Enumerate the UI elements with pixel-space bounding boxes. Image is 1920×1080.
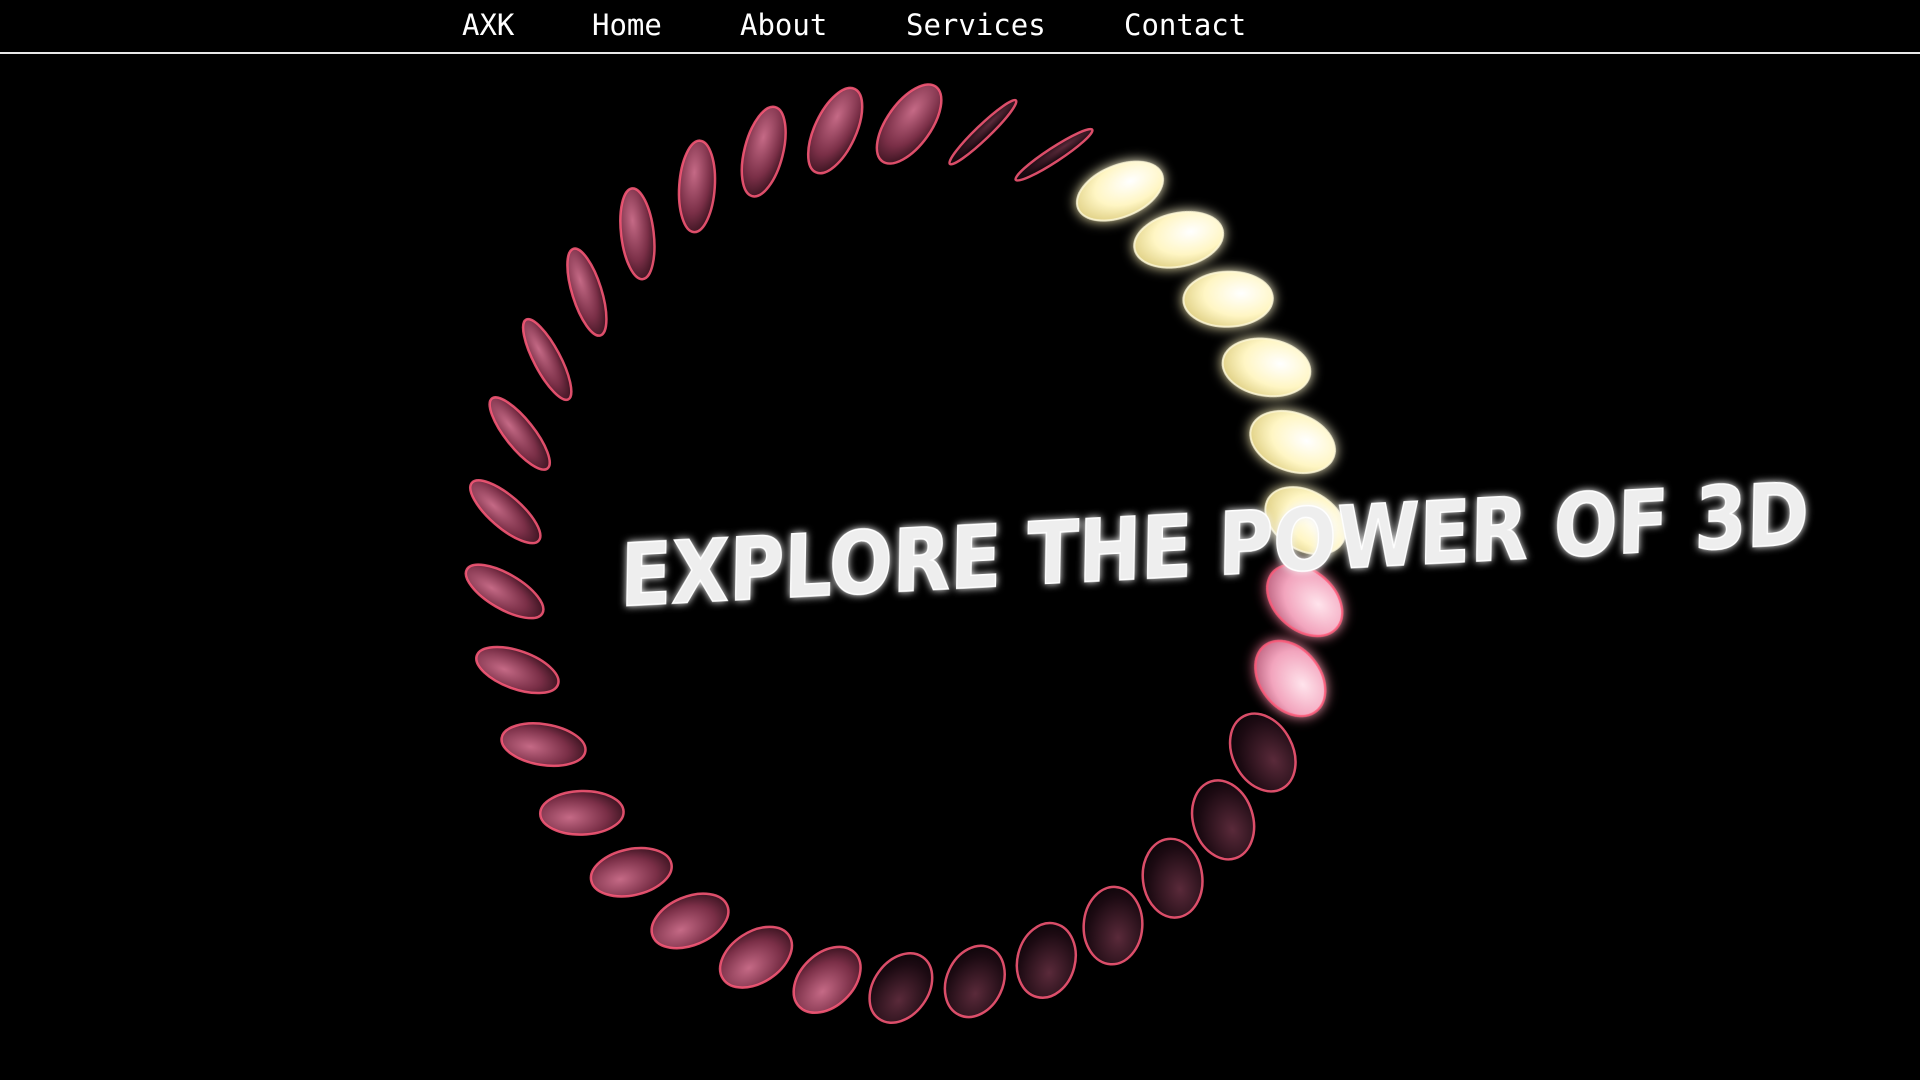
ring-petal	[1133, 211, 1225, 269]
ring-petal	[1249, 410, 1336, 474]
ring-petal	[806, 86, 864, 175]
nav-link-contact[interactable]: Contact	[1124, 5, 1246, 45]
ring-petal	[943, 944, 1006, 1019]
ring-petal	[566, 247, 608, 337]
nav-link-about[interactable]: About	[740, 5, 827, 45]
hero-3d-scene: EXPLORE THE POWER OF 3D	[0, 56, 1920, 1080]
ring-petal	[1082, 885, 1144, 966]
ring-petal	[1182, 270, 1274, 328]
brand-logo[interactable]: AXK	[462, 5, 514, 45]
nav-link-services[interactable]: Services	[906, 5, 1046, 45]
ring-petal	[538, 789, 625, 836]
ring-petal	[619, 187, 656, 281]
ring-petal	[469, 479, 542, 545]
top-nav-bar: AXK Home About Services Contact	[0, 0, 1920, 54]
ring-canvas: EXPLORE THE POWER OF 3D	[464, 83, 1811, 1024]
ring-petal	[948, 98, 1018, 166]
nav-link-home[interactable]: Home	[592, 5, 662, 45]
ring-petal	[868, 952, 934, 1024]
hero-headline: EXPLORE THE POWER OF 3D	[620, 465, 1810, 627]
ring-petal	[488, 396, 551, 471]
ring-petal	[792, 945, 862, 1014]
ring-petal	[740, 105, 787, 198]
ring-petal	[464, 563, 545, 620]
ring-petal	[1141, 837, 1204, 919]
ring-petal	[475, 645, 560, 695]
ring-petal	[1221, 337, 1312, 398]
ring-petal	[521, 317, 573, 402]
ring-petal	[1014, 127, 1094, 182]
ring-petal	[650, 892, 730, 950]
ring-petal	[1015, 921, 1077, 999]
ring-petal	[875, 83, 943, 165]
headline-group: EXPLORE THE POWER OF 3D	[619, 464, 1811, 628]
ring-petal	[677, 139, 717, 234]
ring-petal	[500, 722, 587, 768]
ring-petal	[589, 846, 673, 898]
